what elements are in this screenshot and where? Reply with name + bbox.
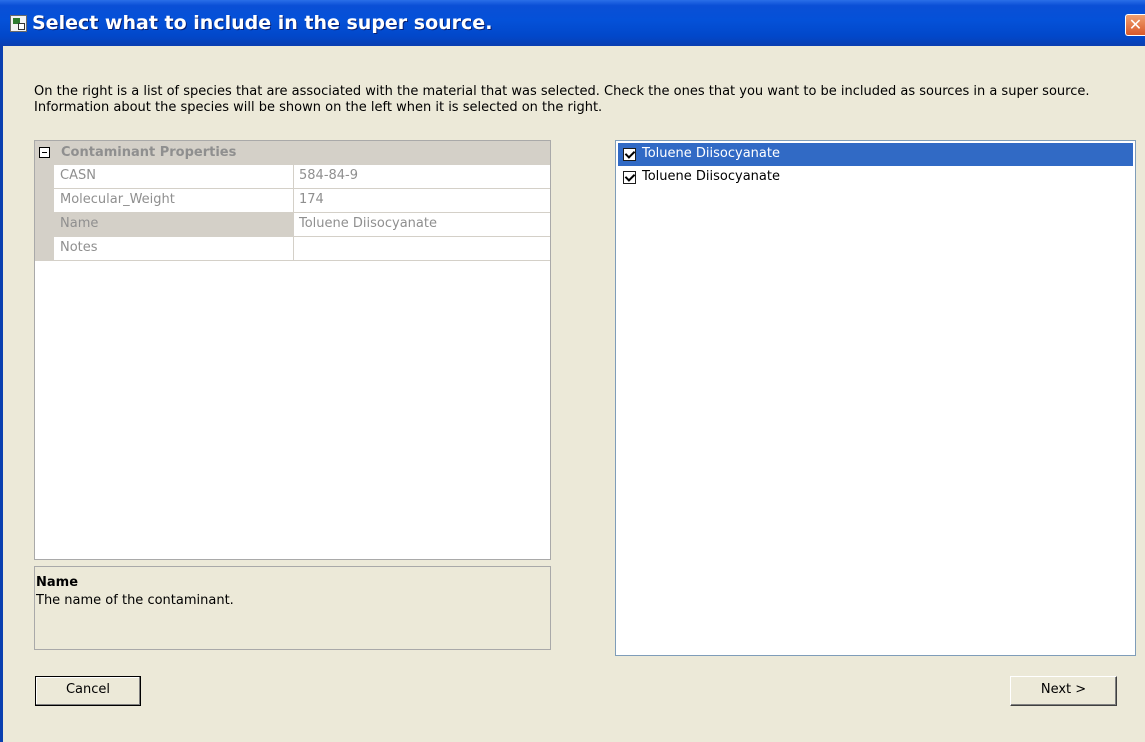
close-icon: ✕ (1128, 15, 1143, 34)
species-label: Toluene Diisocyanate (642, 169, 780, 184)
property-name: CASN (54, 165, 294, 189)
category-label: Contaminant Properties (61, 145, 237, 160)
species-checkbox[interactable] (623, 171, 636, 184)
property-row-name[interactable]: Name Toluene Diisocyanate (54, 213, 550, 237)
property-name: Molecular_Weight (54, 189, 294, 213)
property-value[interactable]: 584-84-9 (294, 165, 550, 189)
property-row-molecular-weight[interactable]: Molecular_Weight 174 (54, 189, 550, 213)
app-icon (10, 15, 27, 32)
property-name: Notes (54, 237, 294, 261)
property-value[interactable]: Toluene Diisocyanate (294, 213, 550, 237)
collapse-icon[interactable] (39, 147, 50, 158)
property-value[interactable]: 174 (294, 189, 550, 213)
property-value[interactable] (294, 237, 550, 261)
list-item[interactable]: Toluene Diisocyanate (618, 143, 1133, 166)
window-border (0, 46, 3, 742)
close-button[interactable]: ✕ (1125, 14, 1145, 36)
property-grid[interactable]: Contaminant Properties CASN 584-84-9 Mol… (34, 140, 551, 560)
next-button[interactable]: Next > (1010, 676, 1117, 706)
list-item[interactable]: Toluene Diisocyanate (618, 166, 1133, 189)
window-title: Select what to include in the super sour… (32, 12, 493, 34)
description-text: The name of the contaminant. (36, 593, 234, 608)
description-panel: Name The name of the contaminant. (34, 566, 551, 650)
grid-margin (35, 165, 54, 261)
property-row-casn[interactable]: CASN 584-84-9 (54, 165, 550, 189)
title-bar: Select what to include in the super sour… (0, 0, 1145, 46)
cancel-button[interactable]: Cancel (35, 676, 141, 706)
category-header[interactable]: Contaminant Properties (35, 141, 550, 165)
species-checkbox[interactable] (623, 148, 636, 161)
property-row-notes[interactable]: Notes (54, 237, 550, 261)
description-title: Name (36, 575, 79, 590)
instructions-text: On the right is a list of species that a… (34, 84, 1090, 115)
species-list[interactable]: Toluene Diisocyanate Toluene Diisocyanat… (615, 140, 1136, 656)
species-label: Toluene Diisocyanate (642, 146, 780, 161)
property-name: Name (54, 213, 294, 237)
